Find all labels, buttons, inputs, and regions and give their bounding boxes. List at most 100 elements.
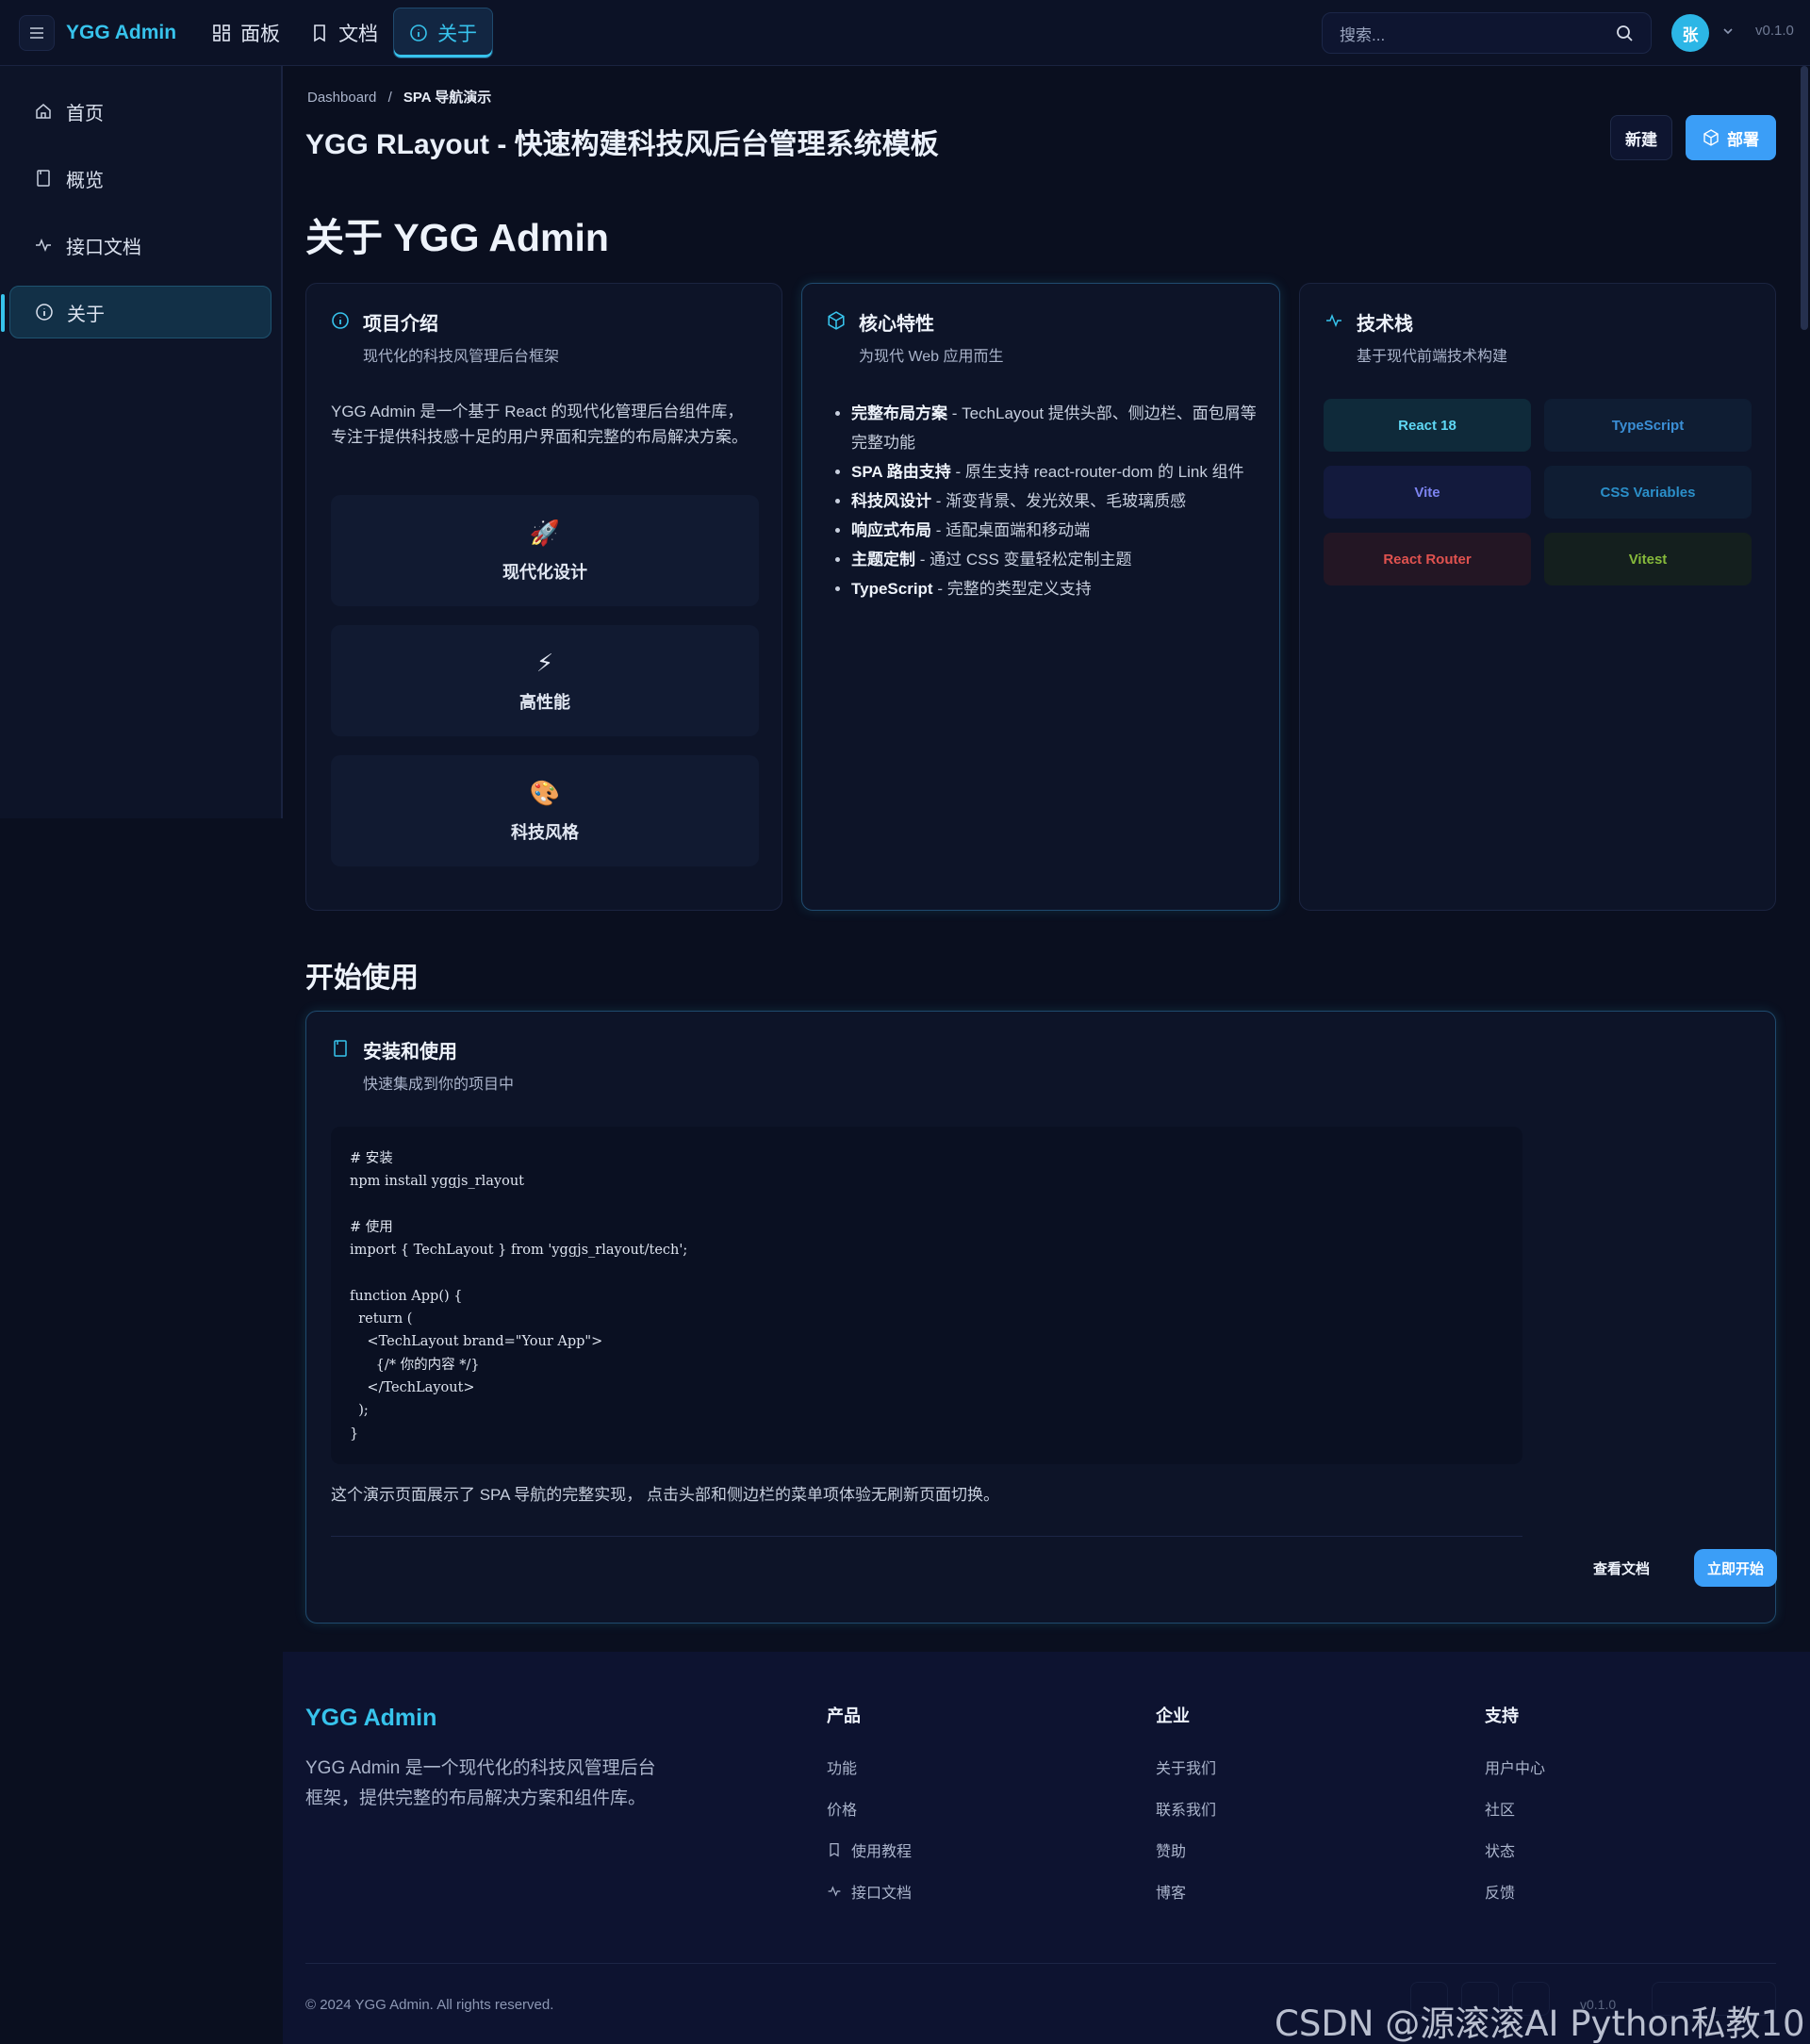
- item-bold: 主题定制: [851, 551, 915, 569]
- nav-label: 关于: [437, 23, 478, 45]
- sidebar-item-label: 接口文档: [66, 237, 141, 258]
- tech-tag-vite[interactable]: Vite: [1324, 466, 1531, 519]
- breadcrumb-separator: /: [387, 90, 392, 106]
- card-subtitle: 基于现代前端技术构建: [1357, 349, 1508, 365]
- footer-link[interactable]: 关于我们: [1156, 1746, 1216, 1788]
- usage-note: 这个演示页面展示了 SPA 导航的完整实现， 点击头部和侧边栏的菜单项体验无刷新…: [331, 1486, 999, 1504]
- nav-item-dashboard[interactable]: 面板: [197, 8, 295, 58]
- get-started-button[interactable]: 立即开始: [1694, 1549, 1777, 1587]
- tech-stack-card: 技术栈 基于现代前端技术构建 React 18 TypeScript Vite …: [1299, 283, 1776, 911]
- feature-label: 科技风格: [511, 822, 579, 842]
- footer-column-products: 产品 功能 价格 使用教程 接口文档: [827, 1703, 912, 1912]
- tech-tag-css-variables[interactable]: CSS Variables: [1544, 466, 1752, 519]
- menu-toggle-button[interactable]: [19, 14, 55, 51]
- footer-description: YGG Admin 是一个现代化的科技风管理后台框架，提供完整的布局解决方案和组…: [305, 1758, 656, 1808]
- footer: YGG Admin YGG Admin 是一个现代化的科技风管理后台框架，提供完…: [283, 1652, 1810, 2044]
- activity-icon: [1325, 311, 1343, 366]
- scrollbar-thumb[interactable]: [1801, 66, 1808, 330]
- cube-icon: [827, 311, 846, 366]
- footer-column-company: 企业 关于我们 联系我们 赞助 博客: [1156, 1703, 1216, 1912]
- item-bold: 响应式布局: [851, 521, 931, 539]
- item-text: - 渐变背景、发光效果、毛玻璃质感: [931, 492, 1187, 510]
- core-features-card: 核心特性 为现代 Web 应用而生 完整布局方案 - TechLayout 提供…: [801, 283, 1280, 911]
- list-item: TypeScript - 完整的类型定义支持: [851, 574, 1264, 603]
- sidebar-item-api-docs[interactable]: 接口文档: [9, 219, 272, 272]
- footer-divider: [305, 1963, 1776, 1964]
- link-label: 价格: [827, 1803, 858, 1819]
- cube-icon: [1703, 129, 1719, 146]
- footer-link[interactable]: 博客: [1156, 1871, 1216, 1912]
- card-subtitle: 快速集成到你的项目中: [363, 1077, 515, 1093]
- activity-icon: [828, 1886, 841, 1897]
- list-item: 响应式布局 - 适配桌面端和移动端: [851, 516, 1264, 545]
- intro-text: YGG Admin 是一个基于 React 的现代化管理后台组件库，专注于提供科…: [331, 403, 748, 446]
- footer-link[interactable]: 反馈: [1485, 1871, 1545, 1912]
- deploy-button[interactable]: 部署: [1686, 115, 1776, 160]
- item-bold: SPA 路由支持: [851, 463, 951, 481]
- scrollbar[interactable]: [1801, 66, 1808, 2044]
- palette-icon: 🎨: [529, 778, 561, 807]
- search-input[interactable]: 搜索...: [1340, 22, 1385, 45]
- footer-link[interactable]: 价格: [827, 1788, 912, 1829]
- footer-link[interactable]: 用户中心: [1485, 1746, 1545, 1788]
- divider: [331, 1536, 1522, 1537]
- book-icon: [830, 1842, 839, 1857]
- breadcrumb-root[interactable]: Dashboard: [307, 90, 376, 106]
- footer-column-title: 产品: [827, 1706, 861, 1725]
- footer-column-support: 支持 用户中心 社区 状态 反馈: [1485, 1703, 1545, 1912]
- nav-item-docs[interactable]: 文档: [295, 8, 393, 58]
- card-title: 项目介绍: [363, 314, 438, 335]
- item-bold: 科技风设计: [851, 492, 931, 510]
- sidebar-item-overview[interactable]: 概览: [9, 152, 272, 205]
- info-icon: [410, 24, 427, 41]
- item-bold: TypeScript: [851, 580, 933, 598]
- breadcrumb-current: SPA 导航演示: [403, 90, 492, 106]
- footer-link[interactable]: 联系我们: [1156, 1788, 1216, 1829]
- footer-link[interactable]: 状态: [1485, 1829, 1545, 1871]
- activity-icon: [36, 238, 51, 253]
- copyright: © 2024 YGG Admin. All rights reserved.: [305, 1997, 554, 2013]
- sidebar-item-home[interactable]: 首页: [9, 85, 272, 138]
- watermark: CSDN @源滚滚AI Python私教10年: [1275, 2003, 1805, 2044]
- tech-tag-react[interactable]: React 18: [1324, 399, 1531, 452]
- home-icon: [36, 104, 51, 119]
- item-text: - 完整的类型定义支持: [932, 580, 1092, 598]
- list-item: 科技风设计 - 渐变背景、发光效果、毛玻璃质感: [851, 486, 1264, 516]
- tech-tag-react-router[interactable]: React Router: [1324, 533, 1531, 585]
- link-label: 接口文档: [851, 1886, 913, 1902]
- footer-link[interactable]: 接口文档: [827, 1871, 912, 1912]
- sidebar-item-label: 首页: [66, 103, 104, 124]
- getting-started-heading: 开始使用: [305, 963, 419, 994]
- brand-logo[interactable]: YGG Admin: [66, 22, 176, 44]
- feature-tech-style: 🎨 科技风格: [331, 755, 759, 866]
- card-title: 技术栈: [1357, 314, 1413, 335]
- code-block: # 安装 npm install yggjs_rlayout # 使用 impo…: [331, 1127, 1522, 1464]
- footer-link[interactable]: 使用教程: [827, 1829, 912, 1871]
- link-label: 使用教程: [851, 1844, 913, 1860]
- info-icon: [36, 304, 53, 321]
- footer-link[interactable]: 社区: [1485, 1788, 1545, 1829]
- nav-item-about[interactable]: 关于: [393, 7, 494, 58]
- intro-card: 项目介绍 现代化的科技风管理后台框架 YGG Admin 是一个基于 React…: [305, 283, 782, 911]
- document-icon: [314, 24, 325, 41]
- link-label: 功能: [827, 1761, 858, 1777]
- document-icon: [331, 1039, 350, 1094]
- install-card: 安装和使用 快速集成到你的项目中 # 安装 npm install yggjs_…: [305, 1011, 1777, 1624]
- footer-link[interactable]: 赞助: [1156, 1829, 1216, 1871]
- chevron-down-icon[interactable]: [1721, 25, 1735, 38]
- search-icon[interactable]: [1615, 24, 1634, 42]
- avatar[interactable]: 张: [1671, 14, 1709, 52]
- tech-tag-vitest[interactable]: Vitest: [1544, 533, 1752, 585]
- sidebar-item-about[interactable]: 关于: [1, 286, 272, 338]
- version-label: v0.1.0: [1755, 23, 1794, 39]
- view-docs-button[interactable]: 查看文档: [1593, 1558, 1650, 1578]
- new-button[interactable]: 新建: [1610, 115, 1672, 160]
- info-icon: [331, 311, 350, 366]
- rocket-icon: 🚀: [529, 518, 561, 547]
- nav-label: 文档: [338, 23, 379, 45]
- footer-link[interactable]: 功能: [827, 1746, 912, 1788]
- search-box[interactable]: 搜索...: [1322, 12, 1652, 54]
- sidebar-item-label: 关于: [67, 304, 105, 325]
- footer-brand[interactable]: YGG Admin: [305, 1705, 436, 1732]
- tech-tag-typescript[interactable]: TypeScript: [1544, 399, 1752, 452]
